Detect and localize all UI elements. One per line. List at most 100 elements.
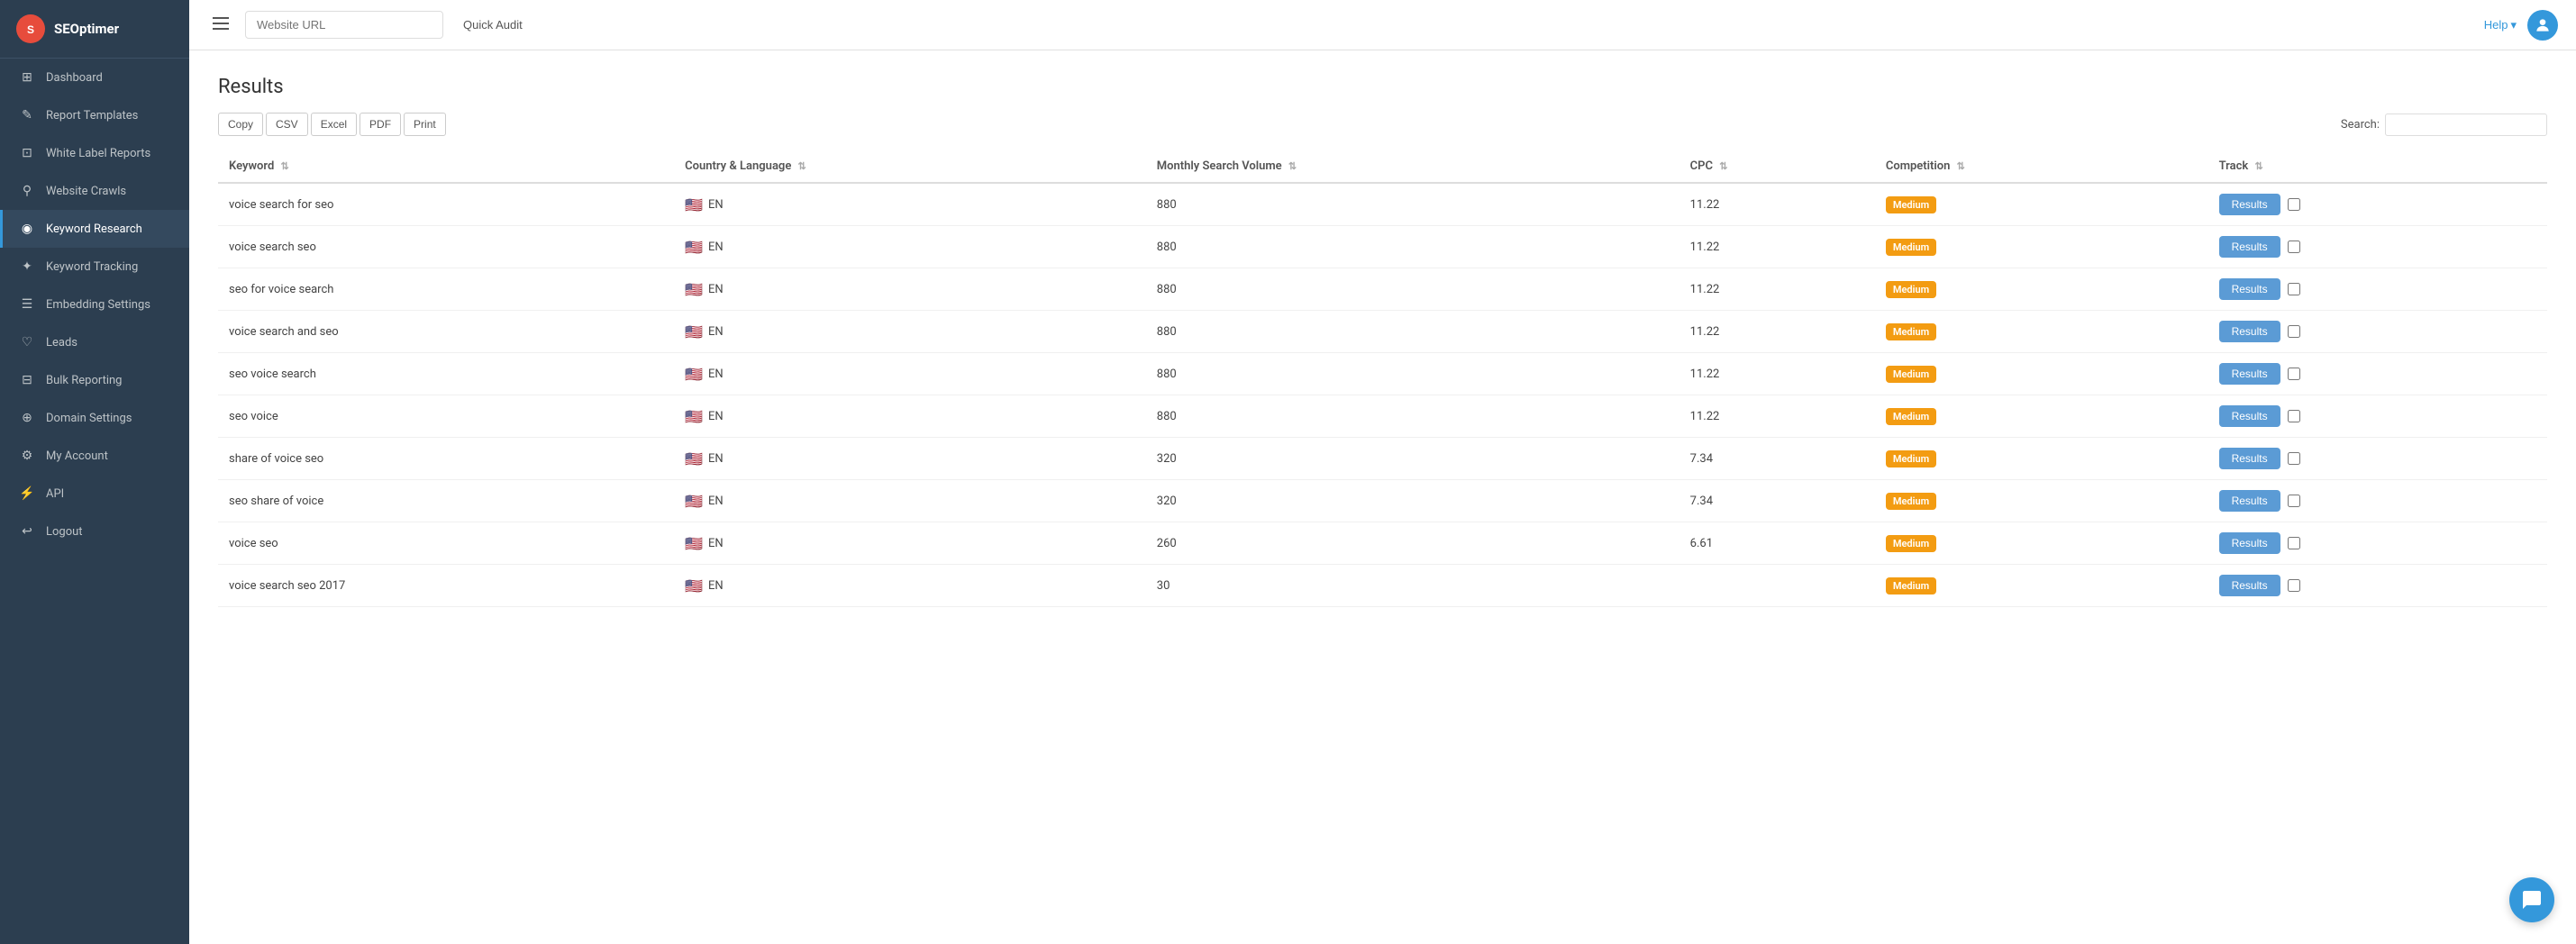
sidebar-item-dashboard[interactable]: ⊞ Dashboard — [0, 59, 189, 96]
col-header-country-language[interactable]: Country & Language ⇅ — [674, 150, 1146, 183]
sidebar-item-keyword-tracking[interactable]: ✦ Keyword Tracking — [0, 248, 189, 286]
track-checkbox[interactable] — [2288, 325, 2300, 338]
cpc-cell: 11.22 — [1679, 183, 1875, 226]
results-button[interactable]: Results — [2219, 448, 2280, 469]
sidebar-label-my-account: My Account — [46, 449, 108, 463]
quick-audit-button[interactable]: Quick Audit — [454, 12, 532, 38]
sidebar-item-domain-settings[interactable]: ⊕ Domain Settings — [0, 399, 189, 437]
sort-icon-keyword: ⇅ — [281, 160, 289, 172]
col-header-track[interactable]: Track ⇅ — [2208, 150, 2547, 183]
competition-badge: Medium — [1886, 450, 1936, 467]
my-account-icon: ⚙ — [19, 449, 35, 463]
export-copy-button[interactable]: Copy — [218, 113, 263, 136]
track-checkbox[interactable] — [2288, 198, 2300, 211]
sidebar-item-leads[interactable]: ♡ Leads — [0, 323, 189, 361]
flag-icon: 🇺🇸 — [685, 535, 703, 552]
results-button[interactable]: Results — [2219, 363, 2280, 385]
sidebar-item-white-label-reports[interactable]: ⊡ White Label Reports — [0, 134, 189, 172]
table-row: voice search and seo 🇺🇸 EN 880 11.22 Med… — [218, 311, 2547, 353]
track-checkbox[interactable] — [2288, 241, 2300, 253]
topbar-right: Help ▾ — [2484, 10, 2558, 41]
search-input[interactable] — [2385, 113, 2547, 136]
domain-settings-icon: ⊕ — [19, 411, 35, 425]
sidebar-item-bulk-reporting[interactable]: ⊟ Bulk Reporting — [0, 361, 189, 399]
results-button[interactable]: Results — [2219, 405, 2280, 427]
help-label: Help — [2484, 18, 2508, 32]
table-row: voice search seo 2017 🇺🇸 EN 30 Medium Re… — [218, 565, 2547, 607]
sidebar-label-dashboard: Dashboard — [46, 71, 103, 85]
search-area: Search: — [2341, 113, 2547, 136]
results-button[interactable]: Results — [2219, 532, 2280, 554]
results-button[interactable]: Results — [2219, 278, 2280, 300]
volume-cell: 30 — [1146, 565, 1679, 607]
sidebar-item-my-account[interactable]: ⚙ My Account — [0, 437, 189, 475]
sidebar-label-white-label-reports: White Label Reports — [46, 147, 150, 160]
volume-cell: 880 — [1146, 311, 1679, 353]
logo-icon: S — [16, 14, 45, 43]
competition-cell: Medium — [1875, 438, 2208, 480]
sidebar-label-report-templates: Report Templates — [46, 109, 138, 123]
track-checkbox[interactable] — [2288, 537, 2300, 549]
volume-cell: 880 — [1146, 395, 1679, 438]
sidebar-item-embedding-settings[interactable]: ☰ Embedding Settings — [0, 286, 189, 323]
language-code: EN — [708, 495, 724, 508]
track-checkbox[interactable] — [2288, 410, 2300, 422]
col-header-cpc[interactable]: CPC ⇅ — [1679, 150, 1875, 183]
competition-cell: Medium — [1875, 311, 2208, 353]
url-input[interactable] — [245, 11, 443, 39]
hamburger-button[interactable] — [207, 12, 234, 38]
track-checkbox[interactable] — [2288, 579, 2300, 592]
competition-cell: Medium — [1875, 353, 2208, 395]
country-cell: 🇺🇸 EN — [674, 268, 1146, 311]
cpc-cell: 7.34 — [1679, 480, 1875, 522]
results-button[interactable]: Results — [2219, 490, 2280, 512]
sidebar-item-logout[interactable]: ↩ Logout — [0, 513, 189, 550]
export-print-button[interactable]: Print — [404, 113, 446, 136]
track-checkbox[interactable] — [2288, 368, 2300, 380]
chat-icon — [2521, 889, 2543, 911]
col-header-keyword[interactable]: Keyword ⇅ — [218, 150, 674, 183]
export-pdf-button[interactable]: PDF — [360, 113, 401, 136]
user-avatar[interactable] — [2527, 10, 2558, 41]
help-button[interactable]: Help ▾ — [2484, 18, 2517, 32]
flag-icon: 🇺🇸 — [685, 281, 703, 298]
table-row: seo share of voice 🇺🇸 EN 320 7.34 Medium… — [218, 480, 2547, 522]
page-title: Results — [218, 76, 2547, 98]
track-checkbox[interactable] — [2288, 452, 2300, 465]
volume-cell: 880 — [1146, 183, 1679, 226]
country-cell: 🇺🇸 EN — [674, 395, 1146, 438]
bulk-reporting-icon: ⊟ — [19, 373, 35, 387]
results-button[interactable]: Results — [2219, 575, 2280, 596]
logout-icon: ↩ — [19, 524, 35, 539]
results-button[interactable]: Results — [2219, 194, 2280, 215]
sidebar-item-api[interactable]: ⚡ API — [0, 475, 189, 513]
svg-text:S: S — [27, 23, 34, 36]
table-row: share of voice seo 🇺🇸 EN 320 7.34 Medium… — [218, 438, 2547, 480]
cpc-cell: 6.61 — [1679, 522, 1875, 565]
country-cell: 🇺🇸 EN — [674, 522, 1146, 565]
col-header-competition[interactable]: Competition ⇅ — [1875, 150, 2208, 183]
competition-badge: Medium — [1886, 366, 1936, 383]
track-checkbox[interactable] — [2288, 283, 2300, 295]
sort-icon-competition: ⇅ — [1957, 160, 1965, 172]
website-crawls-icon: ⚲ — [19, 184, 35, 198]
sidebar-item-keyword-research[interactable]: ◉ Keyword Research — [0, 210, 189, 248]
sidebar-item-report-templates[interactable]: ✎ Report Templates — [0, 96, 189, 134]
export-csv-button[interactable]: CSV — [266, 113, 308, 136]
results-button[interactable]: Results — [2219, 236, 2280, 258]
chat-button[interactable] — [2509, 877, 2554, 922]
col-header-monthly-search-volume[interactable]: Monthly Search Volume ⇅ — [1146, 150, 1679, 183]
topbar: Quick Audit Help ▾ — [189, 0, 2576, 50]
competition-cell: Medium — [1875, 480, 2208, 522]
results-button[interactable]: Results — [2219, 321, 2280, 342]
export-excel-button[interactable]: Excel — [311, 113, 357, 136]
sidebar-item-website-crawls[interactable]: ⚲ Website Crawls — [0, 172, 189, 210]
track-checkbox[interactable] — [2288, 495, 2300, 507]
cpc-cell: 11.22 — [1679, 353, 1875, 395]
white-label-reports-icon: ⊡ — [19, 146, 35, 160]
sidebar-label-keyword-research: Keyword Research — [46, 222, 142, 236]
competition-cell: Medium — [1875, 183, 2208, 226]
sidebar-nav: ⊞ Dashboard ✎ Report Templates ⊡ White L… — [0, 59, 189, 550]
main-area: Quick Audit Help ▾ Results CopyCSVExcelP… — [189, 0, 2576, 944]
competition-badge: Medium — [1886, 239, 1936, 256]
